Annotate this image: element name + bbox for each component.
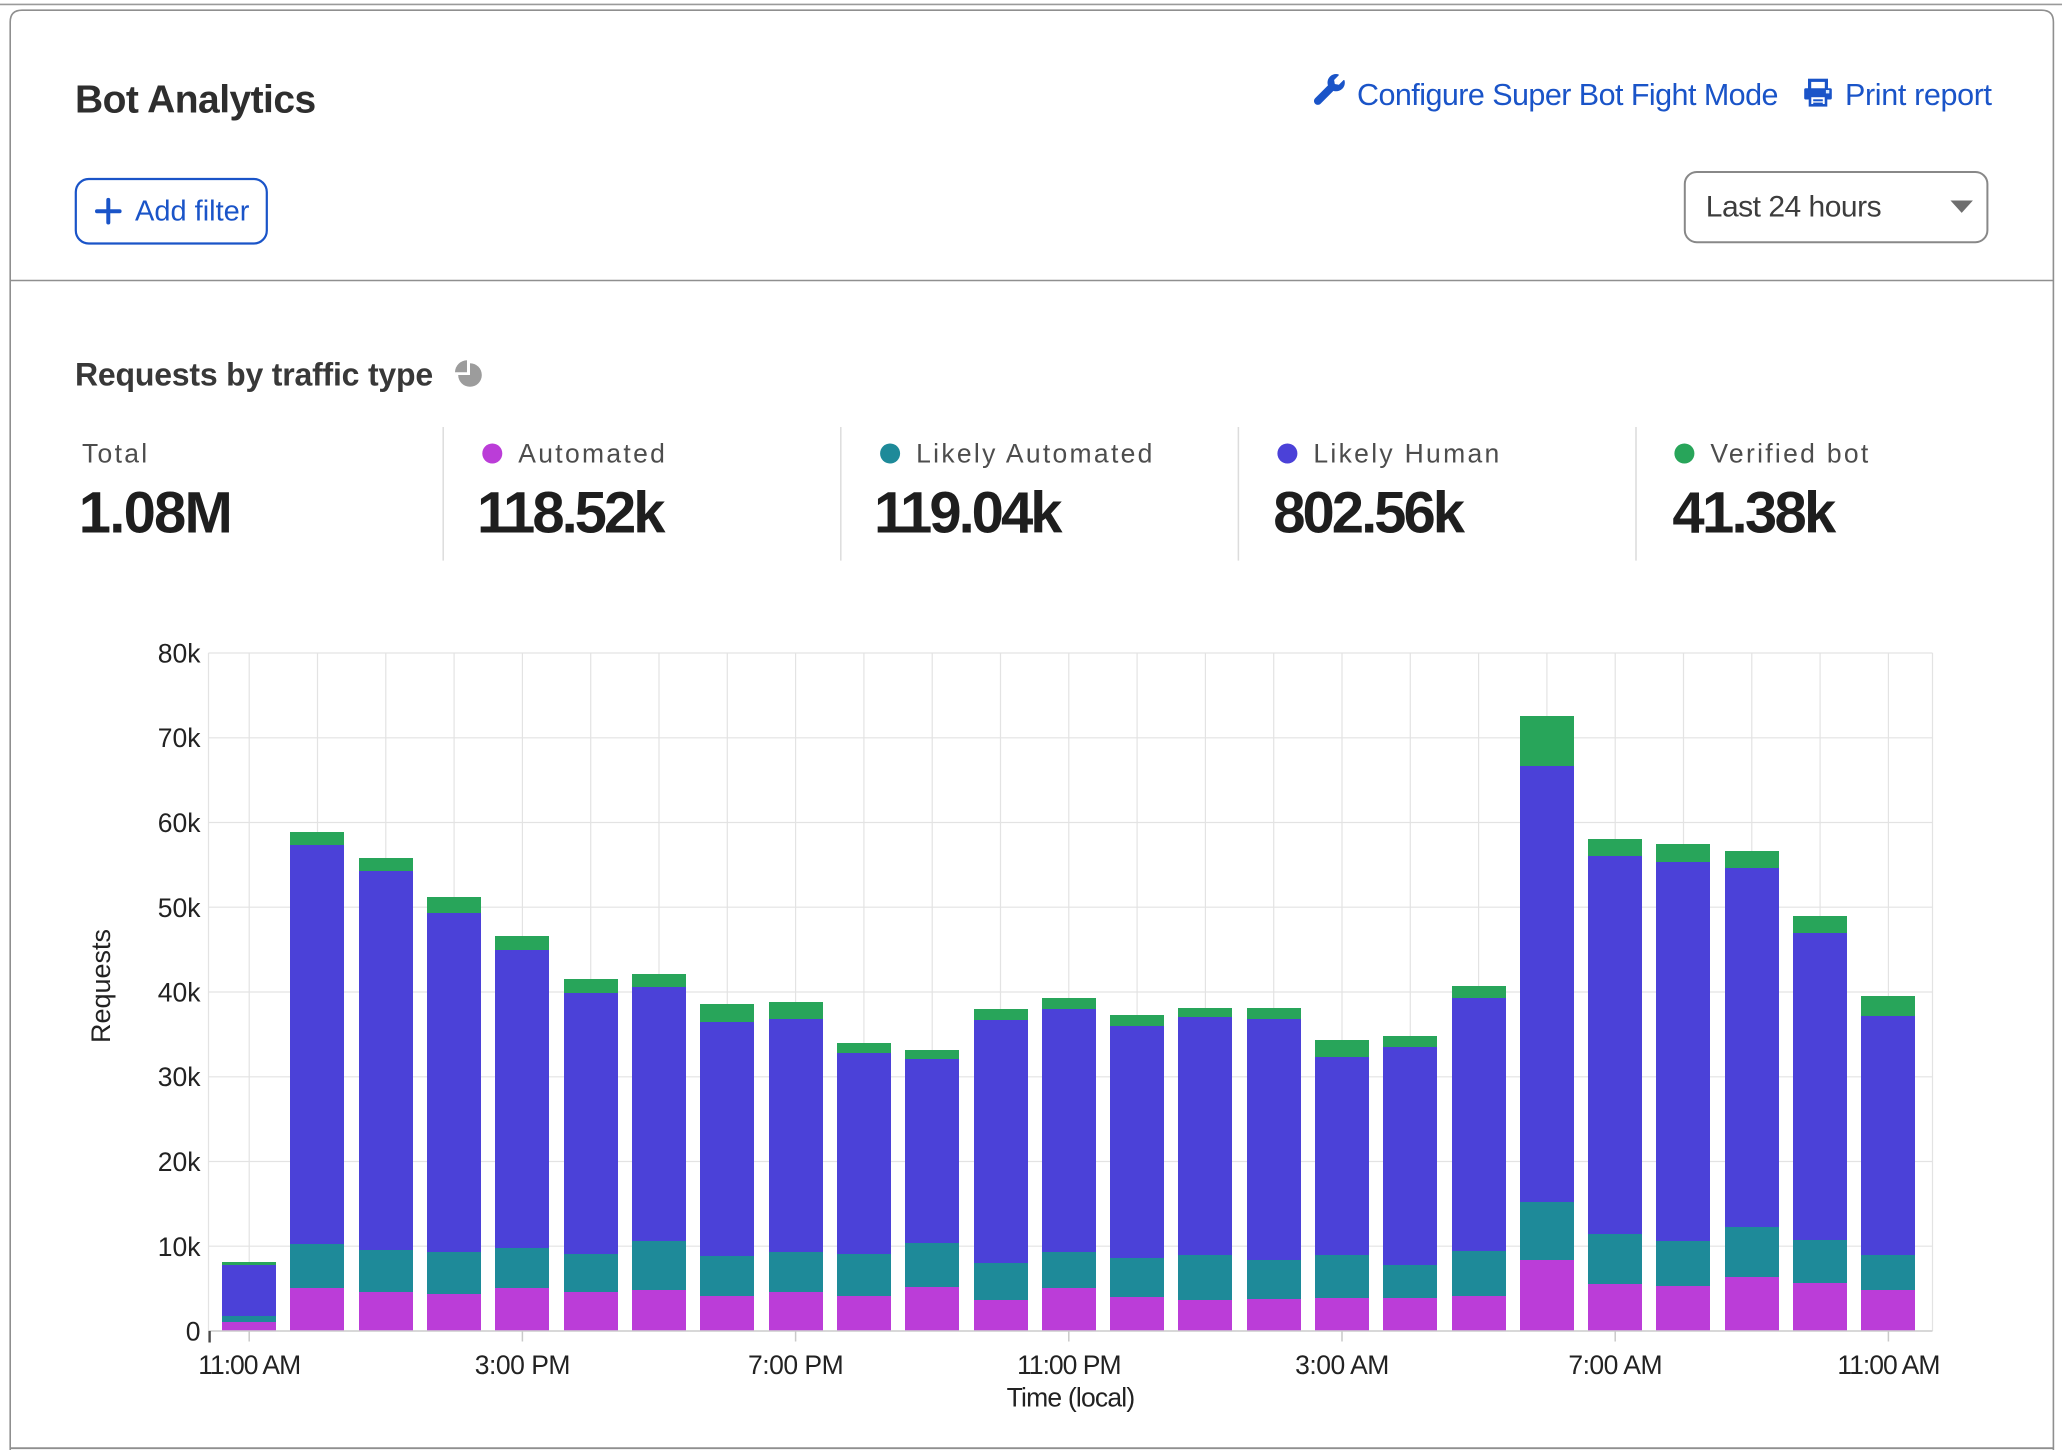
svg-text:0: 0 [186,1317,201,1347]
svg-text:Last 24 hours: Last 24 hours [1706,191,1881,224]
svg-text:11:00 PM: 11:00 PM [1017,1350,1120,1380]
svg-text:Automated: Automated [518,439,667,469]
svg-text:40k: 40k [158,978,201,1008]
svg-text:1.08M: 1.08M [79,481,231,546]
svg-text:Add filter: Add filter [135,195,250,227]
svg-text:Likely Automated: Likely Automated [916,439,1155,469]
svg-text:3:00 AM: 3:00 AM [1295,1350,1389,1380]
svg-text:30k: 30k [158,1062,201,1092]
svg-text:Print report: Print report [1845,78,1993,112]
svg-text:10k: 10k [158,1232,201,1262]
svg-text:119.04k: 119.04k [874,481,1063,546]
svg-text:3:00 PM: 3:00 PM [475,1350,570,1380]
svg-text:Configure Super Bot Fight Mode: Configure Super Bot Fight Mode [1357,78,1778,112]
svg-text:Requests by traffic type: Requests by traffic type [75,357,433,393]
svg-text:41.38k: 41.38k [1672,481,1837,546]
svg-text:802.56k: 802.56k [1273,481,1465,546]
svg-text:50k: 50k [158,893,201,923]
svg-text:Requests: Requests [86,929,116,1043]
svg-text:Bot Analytics: Bot Analytics [75,79,316,122]
svg-text:Likely Human: Likely Human [1313,439,1501,469]
svg-text:118.52k: 118.52k [477,481,666,546]
svg-text:Time (local): Time (local) [1007,1383,1135,1413]
svg-text:11:00 AM: 11:00 AM [198,1350,300,1380]
svg-text:20k: 20k [158,1147,201,1177]
svg-text:60k: 60k [158,808,201,838]
svg-text:11:00 AM: 11:00 AM [1837,1350,1939,1380]
svg-text:Total: Total [82,439,149,469]
svg-text:7:00 PM: 7:00 PM [748,1350,843,1380]
svg-text:70k: 70k [158,723,201,753]
svg-text:Verified bot: Verified bot [1710,439,1870,469]
svg-text:7:00 AM: 7:00 AM [1568,1350,1662,1380]
svg-text:80k: 80k [158,639,201,669]
